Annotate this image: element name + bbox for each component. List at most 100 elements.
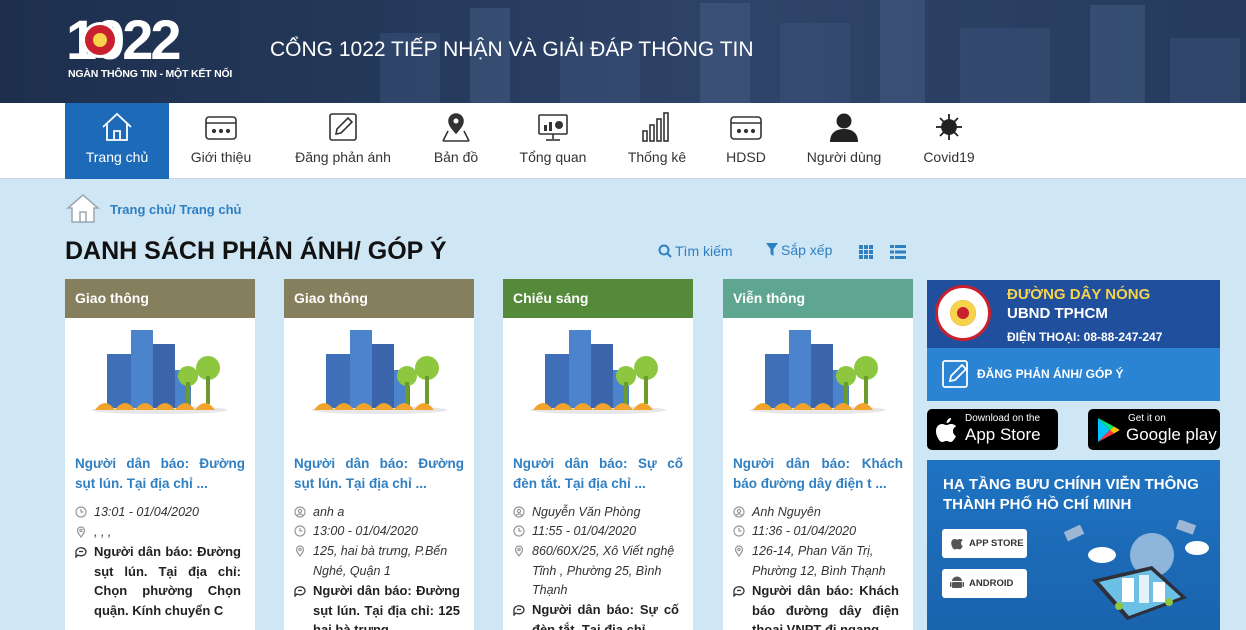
card-author-text: Nguyễn Văn Phòng: [532, 505, 641, 519]
site-title: CỔNG 1022 TIẾP NHẬN VÀ GIẢI ĐÁP THÔNG TI…: [270, 38, 754, 61]
city-illustration-icon: [92, 330, 228, 414]
nav-label: Tổng quan: [519, 149, 587, 165]
infra-app-store-button[interactable]: APP STORE: [942, 529, 1027, 558]
person-icon: [513, 506, 525, 518]
card-time: 11:55 - 01/04/2020: [513, 522, 681, 542]
user-icon: [830, 113, 858, 142]
logo-tagline: NGÀN THÔNG TIN - MỘT KẾT NỐI: [68, 68, 233, 80]
nav-label: Trang chủ: [85, 149, 149, 165]
report-card[interactable]: Chiếu sáng Người dân báo: Sự cố đèn tắt.…: [503, 279, 693, 630]
card-title-link[interactable]: Người dân báo: Đường sụt lún. Tại địa ch…: [294, 454, 464, 494]
search-button[interactable]: Tìm kiếm: [658, 243, 733, 259]
card-address: , , ,: [75, 523, 243, 543]
hotline-title: ĐƯỜNG DÂY NÓNG: [1007, 286, 1151, 303]
home-icon[interactable]: [66, 192, 100, 224]
card-time-text: 13:00 - 01/04/2020: [313, 524, 418, 538]
clock-icon: [294, 525, 306, 537]
card-description-text: Người dân báo: Khách báo đường dây điện …: [752, 583, 899, 630]
breadcrumb-link[interactable]: Trang chủ/ Trang chủ: [110, 202, 241, 217]
nav-label: Covid19: [923, 149, 975, 165]
virus-icon: [936, 114, 962, 140]
google-play-button[interactable]: Get it on Google play: [1088, 409, 1220, 450]
card-category: Giao thông: [65, 279, 255, 318]
hotline-banner[interactable]: ĐƯỜNG DÂY NÓNG UBND TPHCM ĐIỆN THOẠI: 08…: [927, 280, 1220, 348]
card-time: 13:01 - 01/04/2020: [75, 503, 243, 523]
list-view-icon[interactable]: [890, 245, 906, 259]
clock-icon: [733, 525, 745, 537]
app-store-button[interactable]: Download on the App Store: [927, 409, 1058, 450]
report-card[interactable]: Giao thông Người dân báo: Đường sụt lún.…: [284, 279, 474, 630]
city-seal-icon: [82, 22, 118, 58]
grid-view-icon[interactable]: [859, 245, 873, 259]
infra-title-1: HẠ TẦNG BƯU CHÍNH VIỄN THÔNG: [943, 476, 1199, 493]
comment-icon: [733, 586, 745, 597]
card-address-text: 125, hai bà trưng, P.Bến Nghé, Quận 1: [313, 544, 448, 578]
report-card[interactable]: Giao thông Người dân báo: Đường sụt lún.…: [65, 279, 255, 630]
android-icon: [950, 576, 964, 588]
card-address-text: 860/60X/25, Xô Viết nghệ Tĩnh , Phường 2…: [532, 544, 675, 597]
card-title-link[interactable]: Người dân báo: Sự cố đèn tắt. Tại địa ch…: [513, 454, 683, 494]
card-description: Người dân báo: Sự cố đèn tắt. Tại địa ch…: [513, 600, 679, 630]
card-address: 860/60X/25, Xô Viết nghệ Tĩnh , Phường 2…: [513, 542, 681, 601]
card-description-text: Người dân báo: Đường sụt lún. Tại địa ch…: [94, 544, 241, 618]
site-logo[interactable]: 1022 NGÀN THÔNG TIN - MỘT KẾT NỐI: [66, 12, 232, 84]
nav-item-covid19[interactable]: Covid19: [908, 103, 990, 179]
card-author: anh a: [294, 503, 462, 523]
submit-report-button[interactable]: ĐĂNG PHẢN ÁNH/ GÓP Ý: [927, 348, 1220, 401]
clock-icon: [513, 525, 525, 537]
nav-item-map[interactable]: Bản đồ: [418, 103, 494, 179]
nav-item-submit-report[interactable]: Đăng phản ánh: [285, 103, 401, 179]
location-icon: [734, 545, 744, 557]
nav-item-overview[interactable]: Tổng quan: [505, 103, 601, 179]
card-address: 126-14, Phan Văn Trị, Phường 12, Bình Th…: [733, 542, 901, 581]
google-play-icon: [1098, 418, 1120, 442]
infra-app-store-label: APP STORE: [969, 538, 1024, 549]
nav-label: HDSD: [726, 149, 766, 165]
app-store-big: App Store: [965, 425, 1041, 444]
card-address-text: 126-14, Phan Văn Trị, Phường 12, Bình Th…: [752, 544, 886, 578]
card-description-text: Người dân báo: Đường sụt lún. Tại địa ch…: [313, 583, 460, 630]
card-title-link[interactable]: Người dân báo: Khách báo đường dây điện …: [733, 454, 903, 494]
card-time: 11:36 - 01/04/2020: [733, 522, 901, 542]
nav-item-statistics[interactable]: Thống kê: [615, 103, 699, 179]
card-time-text: 13:01 - 01/04/2020: [94, 505, 199, 519]
infra-android-label: ANDROID: [969, 578, 1014, 589]
card-author: Nguyễn Văn Phòng: [513, 503, 681, 523]
info-box-icon: [205, 116, 237, 140]
nav-label: Giới thiệu: [190, 149, 252, 165]
home-icon: [102, 112, 132, 141]
manual-icon: [730, 116, 762, 140]
nav-item-home[interactable]: Trang chủ: [65, 103, 169, 179]
submit-report-label: ĐĂNG PHẢN ÁNH/ GÓP Ý: [977, 367, 1124, 381]
card-category: Viễn thông: [723, 279, 913, 318]
location-icon: [295, 545, 305, 557]
location-icon: [514, 545, 524, 557]
sort-button[interactable]: Sắp xếp: [766, 242, 832, 258]
city-seal-icon: [935, 285, 991, 341]
infra-android-button[interactable]: ANDROID: [942, 569, 1027, 598]
site-header: 1022 NGÀN THÔNG TIN - MỘT KẾT NỐI CỔNG 1…: [0, 0, 1246, 103]
report-card[interactable]: Viễn thông Người dân báo: Khách báo đườn…: [723, 279, 913, 630]
nav-item-user[interactable]: Người dùng: [796, 103, 892, 179]
nav-item-about[interactable]: Giới thiệu: [172, 103, 270, 179]
nav-label: Đăng phản ánh: [295, 149, 391, 165]
telecom-infra-banner[interactable]: HẠ TẦNG BƯU CHÍNH VIỄN THÔNG THÀNH PHỐ H…: [927, 460, 1220, 630]
card-category: Chiếu sáng: [503, 279, 693, 318]
app-store-small: Download on the: [965, 413, 1041, 424]
edit-icon: [942, 360, 968, 388]
card-time: 13:00 - 01/04/2020: [294, 522, 462, 542]
city-illustration-icon: [311, 330, 447, 414]
nav-label: Người dùng: [806, 149, 882, 165]
comment-icon: [513, 605, 525, 616]
nav-item-manual[interactable]: HDSD: [712, 103, 780, 179]
card-title-link[interactable]: Người dân báo: Đường sụt lún. Tại địa ch…: [75, 454, 245, 494]
city-illustration-icon: [530, 330, 666, 414]
search-label: Tìm kiếm: [675, 243, 733, 259]
card-description: Người dân báo: Đường sụt lún. Tại địa ch…: [294, 581, 460, 630]
smart-city-illustration-icon: [1063, 520, 1209, 620]
card-category: Giao thông: [284, 279, 474, 318]
comment-icon: [75, 547, 87, 558]
apple-icon: [951, 539, 963, 550]
apple-icon: [936, 418, 956, 442]
card-description: Người dân báo: Khách báo đường dây điện …: [733, 581, 899, 630]
